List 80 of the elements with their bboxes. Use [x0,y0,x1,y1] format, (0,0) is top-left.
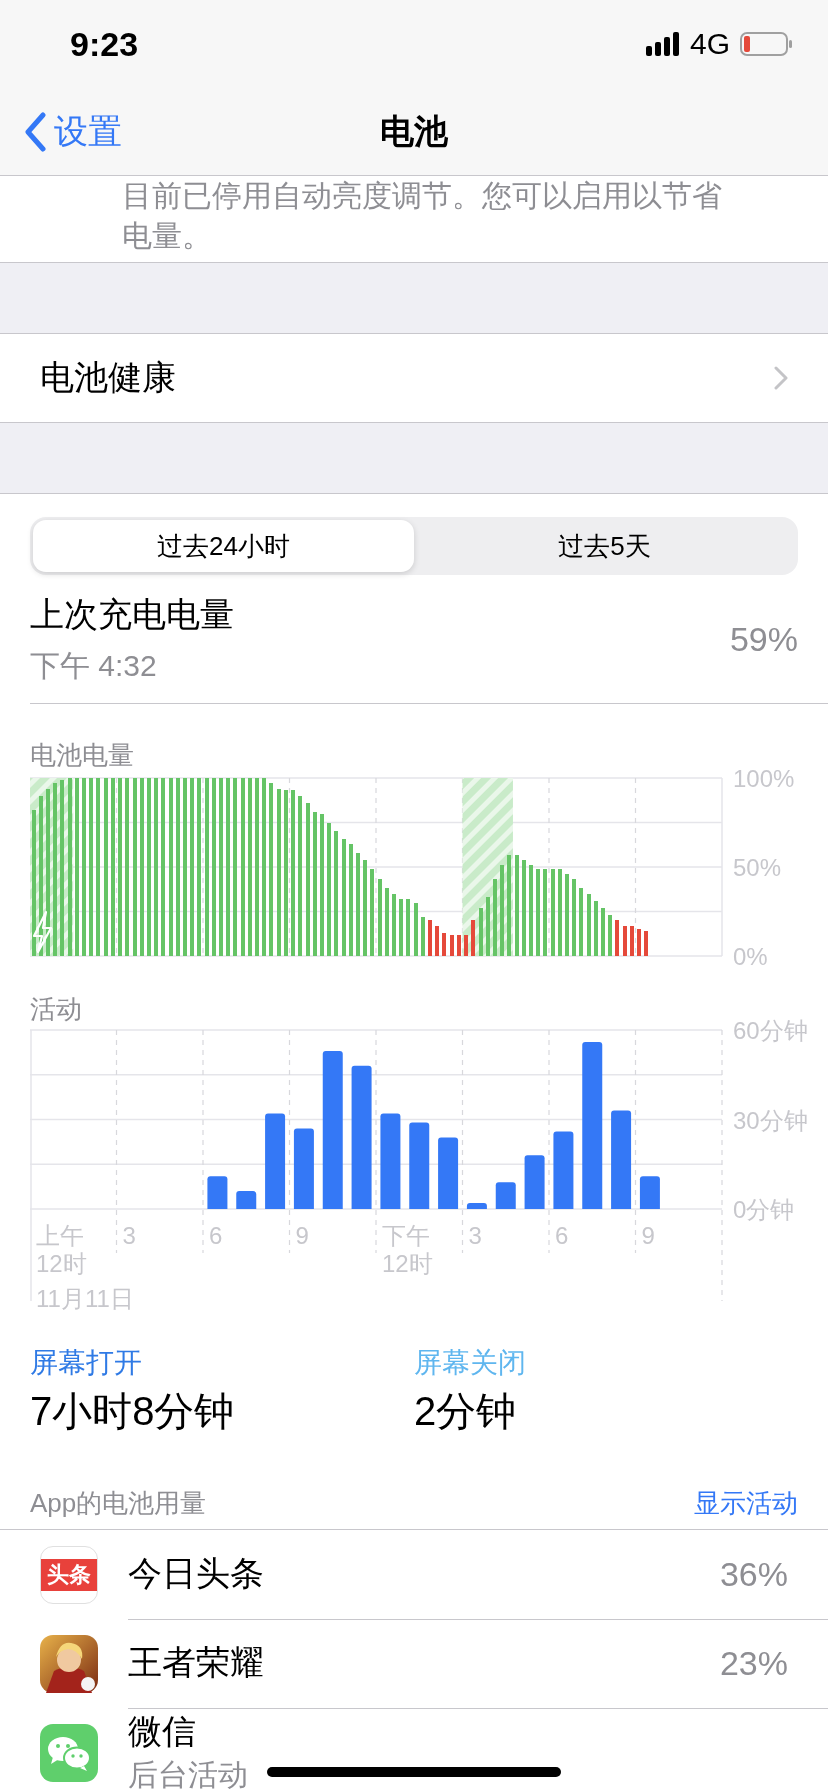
activity-bar [524,1155,545,1209]
axis-label: 50% [733,854,782,881]
last-charge-label: 上次充电电量 [30,593,235,635]
battery-bar [385,888,389,956]
app-subtitle: 后台活动 [128,1756,248,1792]
app-name: 今日头条 [128,1553,264,1594]
signal-icon [645,32,680,56]
brightness-note: 目前已停用自动亮度调节。您可以启用以节省电量。 [121,178,723,254]
axis-label: 9 [295,1222,309,1249]
period-tab[interactable]: 过去5天 [414,520,795,572]
last-charge-value: 59% [729,619,798,659]
date-label: 11月11日 [36,1285,134,1312]
battery-bar [637,929,641,956]
axis-label: 0分钟 [733,1196,795,1223]
activity-bar [438,1137,459,1209]
battery-bar [601,907,605,956]
section-header: App的电池用量 [30,1486,208,1520]
axis-label: 6 [209,1222,223,1249]
axis-label: 3 [468,1222,482,1249]
show-activity-link[interactable]: 显示活动 [694,1485,798,1521]
battery-bar [399,899,403,956]
activity-bar [466,1203,487,1209]
battery-bar [630,925,634,956]
page-title: 电池 [380,111,448,150]
battery-bar [457,934,461,956]
app-usage-value: 36% [719,1554,788,1594]
screen-time-value: 7小时8分钟 [30,1388,236,1435]
battery-bar [406,899,410,956]
battery-health-row[interactable]: 电池健康 [0,334,828,422]
axis-label: 上午 12时 [36,1222,87,1277]
activity-bar [236,1191,257,1209]
last-charge-time: 下午 4:32 [30,647,158,684]
battery-bar [464,934,468,956]
battery-bar [623,925,627,956]
chevron-right-icon [774,366,788,390]
back-button[interactable]: 设置 [0,107,128,156]
battery-bar [608,915,612,956]
battery-bar [615,920,619,956]
battery-bar [414,902,418,956]
axis-label: 30分钟 [733,1106,808,1134]
app-name: 微信 [128,1710,196,1752]
network-label: 4G [689,27,730,61]
lightning-icon [32,910,53,954]
battery-bar [579,888,583,956]
battery-bar [421,916,425,956]
activity-bar [207,1176,228,1209]
screen-time-label: 屏幕打开 [30,1346,143,1380]
game-app-icon [40,1634,98,1693]
period-tab[interactable]: 过去24小时 [33,520,414,572]
battery-bar [442,932,446,956]
axis-label: 下午 12时 [382,1222,433,1277]
battery-bar [450,934,454,956]
chart-title: 活动 [30,994,82,1024]
news-app-icon: 头条 [40,1545,98,1604]
chevron-left-icon [24,111,46,152]
axis-label: 9 [641,1222,655,1249]
screen-time-value: 2分钟 [414,1388,518,1435]
screen-time-label: 屏幕关闭 [414,1346,526,1380]
battery-bar [644,931,648,956]
battery-bar [392,893,396,956]
app-usage-value: 23% [719,1643,788,1683]
status-time: 9:23 [70,24,140,64]
battery-bar [435,925,439,956]
battery-bar [587,893,591,956]
app-name: 王者荣耀 [128,1642,264,1683]
axis-label: 100% [733,765,795,792]
battery-bar [486,897,490,956]
axis-label: 60分钟 [733,1017,808,1044]
battery-bar [594,900,598,956]
activity-bar [639,1176,660,1209]
activity-bar [495,1182,516,1209]
battery-bar [479,907,483,956]
battery-icon [740,32,792,56]
axis-label: 3 [122,1222,136,1249]
axis-label: 0% [733,943,768,970]
chart-title: 电池电量 [30,740,134,770]
axis-label: 6 [555,1222,569,1249]
battery-bar [471,920,475,956]
chat-app-icon [40,1723,98,1782]
battery-bar [428,920,432,956]
